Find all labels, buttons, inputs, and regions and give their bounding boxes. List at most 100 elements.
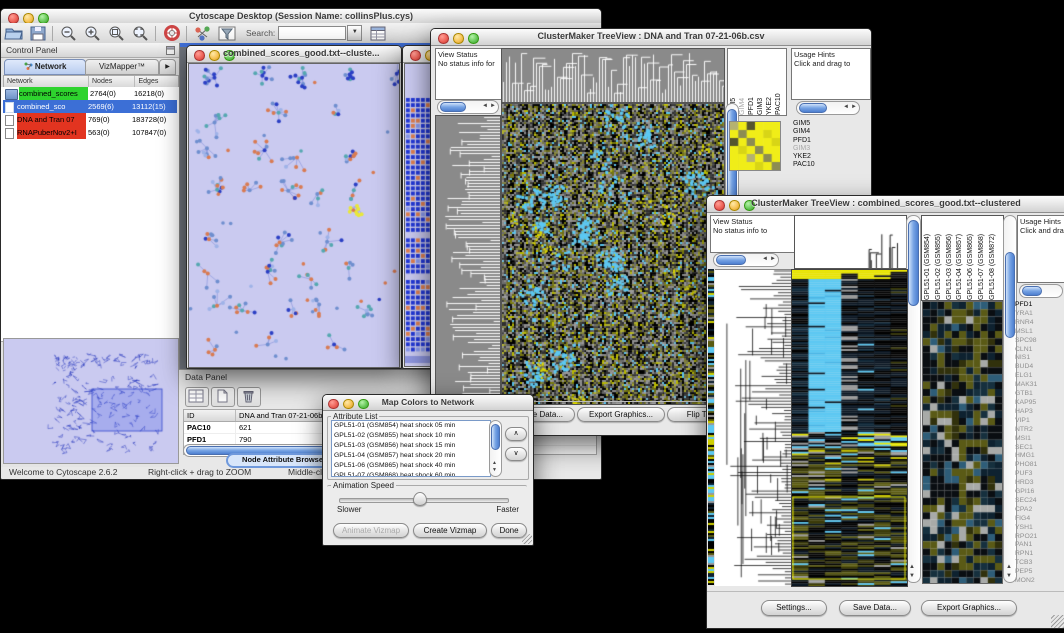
scrollbar-thumb[interactable] — [799, 103, 827, 113]
network-title-bar[interactable]: combined_scores_good.txt--cluste... — [187, 46, 401, 63]
gene-label[interactable]: KAP95 — [1015, 399, 1055, 408]
filter-icon[interactable] — [216, 25, 238, 42]
gene-label[interactable]: HMG1 — [1015, 452, 1055, 461]
column-label[interactable]: PFD1 — [746, 49, 755, 115]
tab-network[interactable]: Network — [4, 59, 86, 75]
scrollbar-thumb[interactable] — [1022, 286, 1042, 296]
search-input[interactable] — [278, 26, 346, 40]
column-label[interactable]: GPL51-07 (GSM868) — [976, 216, 987, 300]
gene-label[interactable]: RNR4 — [1015, 319, 1055, 328]
matrix-row-label[interactable]: YKE2 — [793, 153, 833, 161]
gene-label[interactable]: MSI1 — [1015, 435, 1055, 444]
gene-label[interactable]: MSL1 — [1015, 328, 1055, 337]
network-overview-canvas[interactable] — [3, 338, 179, 464]
column-label[interactable]: GPL51-06 (GSM865) — [965, 216, 976, 300]
column-header-network[interactable]: Network — [4, 76, 89, 87]
search-dropdown-button[interactable]: ▼ — [347, 25, 362, 41]
scroll-left-icon[interactable]: ◄ — [482, 102, 488, 111]
gene-label[interactable]: RPO21 — [1015, 533, 1055, 542]
scrollbar-thumb[interactable] — [908, 220, 919, 306]
heatmap-v-scrollbar[interactable]: ▲ ▼ — [906, 215, 921, 583]
attribute-list-item[interactable]: GPL51-01 (GSM854) heat shock 05 min — [332, 421, 490, 431]
select-attributes-icon[interactable] — [185, 387, 209, 407]
create-vizmap-button[interactable]: Create Vizmap — [413, 523, 487, 538]
gene-label[interactable]: SEC1 — [1015, 444, 1055, 453]
gene-label[interactable]: VIP1 — [1015, 417, 1055, 426]
attribute-list-item[interactable]: GPL51-04 (GSM857) heat shock 20 min — [332, 451, 490, 461]
row-dendrogram-canvas[interactable] — [435, 115, 501, 405]
column-label[interactable]: YKE2 — [764, 49, 773, 115]
column-label[interactable]: GPL51-04 (GSM857) — [954, 216, 965, 300]
attribute-list-item[interactable]: GPL51-02 (GSM855) heat shock 10 min — [332, 431, 490, 441]
view-status-scrollbar[interactable]: ◄ ► — [437, 100, 499, 114]
matrix-row-label[interactable]: PFD1 — [793, 137, 833, 145]
vizmapper-icon[interactable] — [192, 25, 214, 42]
save-session-icon[interactable] — [27, 25, 49, 42]
usage-hints-scrollbar[interactable]: ◄ ► — [796, 101, 860, 115]
attribute-list-item[interactable]: GPL51-06 (GSM865) heat shock 40 min — [332, 461, 490, 471]
gene-label[interactable]: PEP5 — [1015, 568, 1055, 577]
scroll-up-icon[interactable]: ▲ — [909, 563, 915, 571]
column-label[interactable]: GPL51-02 (GSM855) — [933, 216, 944, 300]
gene-label[interactable]: CPA2 — [1015, 506, 1055, 515]
attribute-list[interactable]: GPL51-01 (GSM854) heat shock 05 minGPL51… — [331, 420, 491, 477]
gene-label[interactable]: GTB1 — [1015, 390, 1055, 399]
matrix-row-label[interactable]: GIM5 — [793, 120, 833, 128]
gene-label[interactable]: PAN1 — [1015, 541, 1055, 550]
resize-grip[interactable] — [522, 534, 532, 544]
network-table-row[interactable]: DNA and Tran 07 769(0) 183728(0) — [3, 113, 177, 126]
gene-label[interactable]: NTR2 — [1015, 426, 1055, 435]
scroll-up-icon[interactable]: ▲ — [1006, 563, 1012, 571]
network-table-row[interactable]: combined_scores 2764(0) 16218(0) — [3, 87, 177, 100]
help-lifebuoy-icon[interactable] — [161, 25, 183, 42]
view-status-scrollbar[interactable]: ◄ ► — [713, 253, 779, 267]
delete-attribute-icon[interactable] — [237, 387, 261, 407]
animate-vizmap-button[interactable]: Animate Vizmap — [333, 523, 409, 538]
scroll-left-icon[interactable]: ◄ — [843, 103, 849, 112]
close-icon[interactable] — [410, 50, 421, 61]
gene-label[interactable]: MON2 — [1015, 577, 1055, 585]
scroll-right-icon[interactable]: ► — [851, 103, 857, 112]
matrix-row-label[interactable]: GIM4 — [793, 128, 833, 136]
zoom-fit-icon[interactable] — [130, 25, 152, 42]
heatmap-canvas[interactable] — [791, 269, 908, 587]
gene-label[interactable]: NIS1 — [1015, 354, 1055, 363]
tab-overflow-button[interactable]: ▶ — [159, 59, 176, 75]
scroll-down-icon[interactable]: ▼ — [909, 572, 915, 580]
usage-hints-scrollbar[interactable] — [1019, 284, 1063, 298]
column-header-id[interactable]: ID — [184, 410, 236, 421]
move-down-button[interactable]: ∨ — [505, 447, 527, 461]
matrix-row-label[interactable]: PAC10 — [793, 161, 833, 169]
network-canvas[interactable] — [188, 63, 400, 368]
gene-label[interactable]: YSH1 — [1015, 524, 1055, 533]
export-graphics-button[interactable]: Export Graphics... — [577, 407, 665, 422]
float-panel-icon[interactable] — [166, 46, 175, 55]
scrollbar-thumb[interactable] — [1005, 252, 1015, 338]
scroll-down-icon[interactable]: ▼ — [1006, 572, 1012, 580]
attribute-browser-icon[interactable] — [367, 25, 389, 42]
column-label[interactable]: PAC10 — [773, 49, 782, 115]
scrollbar-thumb[interactable] — [491, 424, 500, 450]
scrollbar-thumb[interactable] — [440, 102, 466, 112]
gene-label[interactable]: GPI16 — [1015, 488, 1055, 497]
gene-label[interactable]: PUF3 — [1015, 470, 1055, 479]
attribute-list-scrollbar[interactable]: ▲ ▼ — [489, 420, 502, 477]
attribute-list-item[interactable]: GPL51-03 (GSM856) heat shock 15 min — [332, 441, 490, 451]
move-up-button[interactable]: ∧ — [505, 427, 527, 441]
gene-label[interactable]: SEC24 — [1015, 497, 1055, 506]
treeview-dna-title-bar[interactable]: ClusterMaker TreeView : DNA and Tran 07-… — [431, 29, 871, 46]
dialog-title-bar[interactable]: Map Colors to Network — [323, 395, 533, 411]
scroll-right-icon[interactable]: ► — [490, 102, 496, 111]
zoom-selected-icon[interactable] — [106, 25, 128, 42]
zoom-heatmap-canvas[interactable] — [922, 301, 1003, 584]
gene-label[interactable]: YRA1 — [1015, 310, 1055, 319]
gene-label[interactable]: PHO81 — [1015, 461, 1055, 470]
gene-label[interactable]: HAP3 — [1015, 408, 1055, 417]
column-header-nodes[interactable]: Nodes — [89, 76, 135, 87]
export-graphics-button[interactable]: Export Graphics... — [921, 600, 1017, 616]
row-tree-canvas[interactable] — [715, 269, 791, 586]
column-label[interactable]: GPL51-01 (GSM854) — [922, 216, 933, 300]
scroll-right-icon[interactable]: ► — [770, 255, 776, 264]
matrix-row-label[interactable]: GIM3 — [793, 145, 833, 153]
gene-label[interactable]: BUD4 — [1015, 363, 1055, 372]
